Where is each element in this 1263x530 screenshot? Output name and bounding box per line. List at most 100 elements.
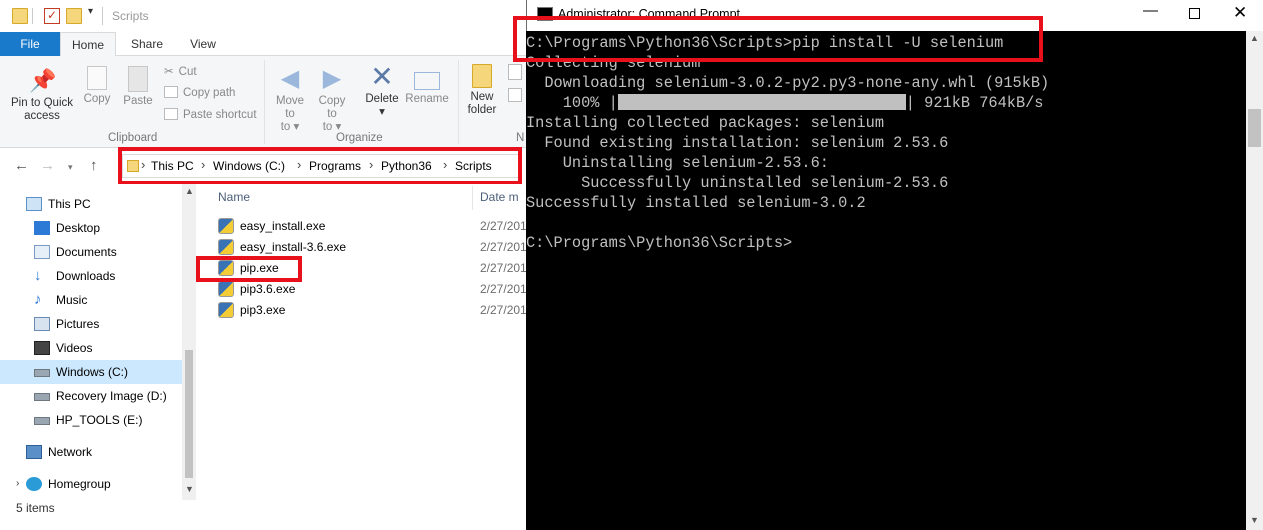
cut-button[interactable]: ✂ Cut: [164, 64, 197, 78]
copy-button[interactable]: Copy: [80, 66, 114, 106]
file-row-pip[interactable]: pip.exe 2/27/201: [218, 258, 526, 279]
pin-to-quick-access-button[interactable]: 📌 Pin to Quick access: [6, 68, 78, 123]
nav-item-pictures[interactable]: Pictures: [0, 312, 182, 336]
tab-home[interactable]: Home: [60, 32, 116, 57]
paste-shortcut-button[interactable]: Paste shortcut: [164, 108, 257, 121]
up-arrow-icon[interactable]: ↑: [90, 157, 98, 174]
column-header-name[interactable]: Name: [218, 190, 250, 204]
new-folder-icon[interactable]: [66, 8, 82, 24]
move-to-button[interactable]: ◀ Move to to ▾: [272, 66, 308, 134]
column-header-date[interactable]: Date m: [480, 190, 519, 204]
file-date: 2/27/201: [480, 261, 526, 275]
nav-item-music[interactable]: ♪ Music: [0, 288, 182, 312]
nav-item-downloads[interactable]: ↓ Downloads: [0, 264, 182, 288]
cmd-scrollbar[interactable]: ▲ ▼: [1246, 31, 1263, 530]
homegroup-icon: [26, 477, 42, 491]
file-name: easy_install.exe: [240, 219, 326, 233]
status-bar: 5 items: [0, 500, 526, 530]
breadcrumb-this-pc[interactable]: This PC: [151, 159, 194, 173]
tab-view[interactable]: View: [178, 32, 228, 56]
python-file-icon: [218, 302, 234, 318]
scroll-thumb[interactable]: [1248, 109, 1261, 147]
cmd-icon: [537, 7, 553, 21]
forward-arrow-icon[interactable]: →: [40, 157, 55, 174]
paste-shortcut-icon: [164, 108, 178, 120]
ribbon-separator: [458, 60, 459, 144]
nav-scrollbar[interactable]: ▲ ▼: [182, 184, 196, 500]
progress-percent: 100% |: [526, 94, 618, 112]
paste-button[interactable]: Paste: [120, 66, 156, 108]
command-prompt-window: Administrator: Command Prompt — ✕ C:\Pro…: [526, 0, 1263, 530]
nav-label: Documents: [56, 245, 117, 259]
back-arrow-icon[interactable]: ←: [14, 157, 29, 174]
file-row[interactable]: easy_install.exe 2/27/201: [218, 216, 526, 237]
computer-icon: [26, 197, 42, 211]
folder-icon: [12, 8, 28, 24]
breadcrumb-scripts[interactable]: Scripts: [455, 159, 492, 173]
progress-bar: [617, 94, 906, 110]
scroll-up-icon[interactable]: ▲: [1250, 33, 1259, 43]
nav-item-hp-tools-e[interactable]: HP_TOOLS (E:): [0, 408, 182, 432]
copy-label: Copy: [83, 93, 111, 105]
nav-item-documents[interactable]: Documents: [0, 240, 182, 264]
cmd-line: C:\Programs\Python36\Scripts>pip install…: [526, 34, 1004, 52]
breadcrumb-separator: ›: [369, 157, 374, 172]
breadcrumb-programs[interactable]: Programs: [309, 159, 361, 173]
nav-label: Videos: [56, 341, 93, 355]
new-item-icon[interactable]: [508, 64, 522, 80]
drive-icon: [34, 393, 50, 401]
nav-item-this-pc[interactable]: This PC: [0, 192, 182, 216]
cmd-output[interactable]: C:\Programs\Python36\Scripts>pip install…: [526, 31, 1246, 530]
ribbon-separator: [264, 60, 265, 144]
drive-icon: [34, 417, 50, 425]
new-folder-button[interactable]: New folder: [462, 64, 502, 117]
scroll-up-icon[interactable]: ▲: [185, 186, 194, 196]
tab-file[interactable]: File: [0, 32, 60, 56]
ribbon-tab-bar: File Home Share View: [0, 32, 526, 57]
file-date: 2/27/201: [480, 303, 526, 317]
close-icon[interactable]: ✕: [1233, 3, 1247, 23]
file-row[interactable]: pip3.6.exe 2/27/201: [218, 279, 526, 300]
breadcrumb-windows-c[interactable]: Windows (C:): [213, 159, 285, 173]
ribbon: 📌 Pin to Quick access Copy Paste ✂ Cut Co…: [0, 56, 526, 148]
file-name: pip.exe: [240, 261, 279, 275]
nav-item-homegroup[interactable]: › Homegroup: [0, 472, 182, 496]
recent-locations-icon[interactable]: ▾: [68, 162, 73, 173]
nav-item-windows-c[interactable]: Windows (C:): [0, 360, 182, 384]
pin-label: Pin to Quick access: [11, 97, 73, 122]
scroll-down-icon[interactable]: ▼: [185, 484, 194, 494]
file-name: easy_install-3.6.exe: [240, 240, 347, 254]
file-name: pip3.6.exe: [240, 282, 296, 296]
copy-icon: [87, 66, 107, 90]
properties-icon[interactable]: [44, 8, 60, 24]
address-bar[interactable]: › This PC › Windows (C:) › Programs › Py…: [122, 154, 520, 178]
breadcrumb-python36[interactable]: Python36: [381, 159, 432, 173]
nav-item-desktop[interactable]: Desktop: [0, 216, 182, 240]
maximize-icon[interactable]: [1189, 8, 1200, 19]
file-date: 2/27/201: [480, 219, 526, 233]
scroll-down-icon[interactable]: ▼: [1250, 515, 1259, 525]
easy-access-icon[interactable]: [508, 88, 522, 102]
cmd-line: Downloading selenium-3.0.2-py2.py3-none-…: [526, 74, 1050, 92]
delete-button[interactable]: ✕ Delete ▾: [362, 63, 402, 119]
scroll-thumb[interactable]: [185, 350, 193, 478]
paste-icon: [128, 66, 148, 92]
nav-item-videos[interactable]: Videos: [0, 336, 182, 360]
nav-item-recovery-d[interactable]: Recovery Image (D:): [0, 384, 182, 408]
expand-chevron-icon[interactable]: ›: [16, 472, 19, 496]
rename-button[interactable]: Rename: [404, 66, 450, 106]
copy-path-button[interactable]: Copy path: [164, 86, 235, 99]
tab-share[interactable]: Share: [122, 32, 172, 56]
customize-quick-access-icon[interactable]: ▾: [88, 6, 93, 17]
file-row[interactable]: pip3.exe 2/27/201: [218, 300, 526, 321]
nav-item-network[interactable]: Network: [0, 440, 182, 464]
file-row[interactable]: easy_install-3.6.exe 2/27/201: [218, 237, 526, 258]
navigation-pane: This PC Desktop Documents ↓ Downloads ♪ …: [0, 184, 196, 500]
column-divider: [472, 186, 473, 210]
copy-to-button[interactable]: ▶ Copy to to ▾: [314, 66, 350, 134]
nav-label: Network: [48, 445, 93, 459]
cmd-line: Uninstalling selenium-2.53.6:: [526, 154, 829, 172]
minimize-icon[interactable]: —: [1143, 2, 1158, 19]
nav-label: Homegroup: [48, 477, 111, 491]
scissors-icon: ✂: [164, 66, 174, 78]
